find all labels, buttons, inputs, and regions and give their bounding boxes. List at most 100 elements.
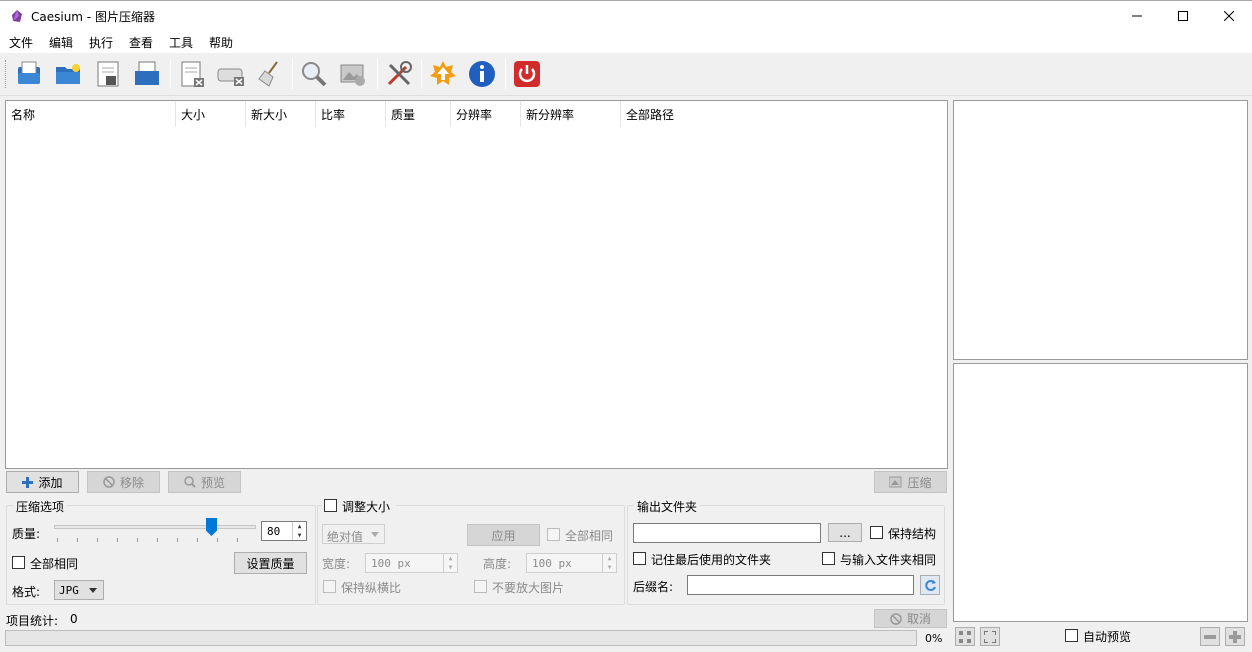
plus-icon <box>22 476 34 488</box>
toolbar-grip[interactable] <box>5 60 8 88</box>
resize-mode-select[interactable]: 绝对值 <box>322 524 385 544</box>
toolbar-separator <box>377 59 378 89</box>
clean-button[interactable] <box>254 58 286 90</box>
quality-slider-track[interactable] <box>54 525 256 529</box>
column-header-resolution[interactable]: 分辨率 <box>451 101 521 127</box>
column-header-name[interactable]: 名称 <box>6 101 176 127</box>
height-value: 100 px <box>532 557 572 570</box>
prohibit-icon <box>103 476 115 488</box>
cancel-button[interactable]: 取消 <box>874 609 947 628</box>
preview-icon <box>302 62 327 87</box>
settings-button[interactable] <box>383 58 415 90</box>
file-list-table[interactable]: 名称 大小 新大小 比率 质量 分辨率 新分辨率 全部路径 <box>5 100 948 469</box>
column-header-full-path[interactable]: 全部路径 <box>621 101 741 127</box>
output-path-input[interactable] <box>633 523 821 543</box>
preview-action-button[interactable]: 预览 <box>168 471 241 493</box>
resize-same-for-all-checkbox[interactable] <box>547 528 560 541</box>
save-list-button[interactable] <box>92 58 124 90</box>
quality-same-for-all-checkbox[interactable] <box>12 556 25 569</box>
exit-icon <box>514 61 540 87</box>
exit-button[interactable] <box>511 58 543 90</box>
column-header-ratio[interactable]: 比率 <box>316 101 386 127</box>
width-value: 100 px <box>371 557 411 570</box>
remember-last-folder-checkbox[interactable] <box>633 552 646 565</box>
compress-button[interactable]: 压缩 <box>874 471 947 493</box>
column-header-new-size[interactable]: 新大小 <box>246 101 316 127</box>
add-button[interactable]: 添加 <box>6 471 79 493</box>
column-header-size[interactable]: 大小 <box>176 101 246 127</box>
open-folder-button[interactable] <box>52 58 84 90</box>
quality-value: 80 <box>267 525 281 538</box>
remove-item-button[interactable] <box>176 58 208 90</box>
suffix-label: 后缀名: <box>633 580 674 594</box>
browse-button[interactable]: ... <box>828 523 862 542</box>
menu-tools[interactable]: 工具 <box>169 34 193 51</box>
open-files-button[interactable] <box>13 58 45 90</box>
progress-bar <box>5 630 917 646</box>
format-select[interactable]: JPG <box>54 580 104 600</box>
preview-button[interactable] <box>298 58 330 90</box>
image-preview-button[interactable] <box>337 58 369 90</box>
width-spin-buttons[interactable]: ▲ ▼ <box>443 554 457 572</box>
keep-aspect-checkbox[interactable] <box>323 580 336 593</box>
resize-apply-button[interactable]: 应用 <box>467 524 540 546</box>
caesium-logo-icon <box>12 10 22 22</box>
refresh-icon <box>924 579 936 591</box>
maximize-button[interactable] <box>1160 1 1206 31</box>
same-as-input-checkbox[interactable] <box>822 552 835 565</box>
resize-enable-checkbox[interactable] <box>324 499 337 512</box>
open-files-icon <box>18 61 40 84</box>
width-spinbox[interactable]: 100 px ▲ ▼ <box>365 553 458 573</box>
close-button[interactable] <box>1206 1 1252 31</box>
info-icon <box>469 61 495 87</box>
quality-spinbox[interactable]: 80 ▲ ▼ <box>261 521 307 541</box>
height-spinbox[interactable]: 100 px ▲ ▼ <box>526 553 617 573</box>
plus-icon <box>1229 630 1241 643</box>
quality-spin-buttons[interactable]: ▲ ▼ <box>292 522 306 540</box>
suffix-input[interactable] <box>687 575 914 595</box>
image-preview-icon <box>340 64 365 86</box>
keep-structure-checkbox[interactable] <box>870 526 883 539</box>
minimize-icon <box>1132 15 1142 17</box>
column-header-quality[interactable]: 质量 <box>386 101 451 127</box>
menu-run[interactable]: 执行 <box>89 34 113 51</box>
fit-view-button[interactable] <box>955 627 975 646</box>
no-enlarge-label: 不要放大图片 <box>492 581 565 595</box>
zoom-in-button[interactable] <box>1225 627 1245 646</box>
resize-title: 调整大小 <box>342 500 391 514</box>
compress-icon <box>889 476 902 488</box>
minimize-button[interactable] <box>1114 1 1160 31</box>
clear-list-button[interactable] <box>215 58 247 90</box>
full-size-button[interactable] <box>980 627 1000 646</box>
reset-suffix-button[interactable] <box>920 575 940 595</box>
remove-button[interactable]: 移除 <box>87 471 160 493</box>
update-button[interactable] <box>427 58 459 90</box>
toolbar-separator <box>421 59 422 89</box>
export-button[interactable] <box>131 58 163 90</box>
cancel-button-label: 取消 <box>906 612 931 626</box>
auto-preview-checkbox[interactable] <box>1065 629 1078 642</box>
zoom-out-button[interactable] <box>1200 627 1220 646</box>
menu-edit[interactable]: 编辑 <box>49 34 73 51</box>
info-button[interactable] <box>466 58 498 90</box>
no-enlarge-checkbox[interactable] <box>474 580 487 593</box>
maximize-icon <box>1178 11 1188 21</box>
set-quality-button[interactable]: 设置质量 <box>234 552 307 574</box>
chevron-down-icon <box>371 532 379 537</box>
quality-same-for-all-label: 全部相同 <box>30 557 79 571</box>
window-title: Caesium - 图片压缩器 <box>31 10 155 24</box>
menu-help[interactable]: 帮助 <box>209 34 233 51</box>
quality-label: 质量: <box>12 527 41 541</box>
save-list-icon <box>97 61 119 87</box>
toolbar <box>0 53 1252 96</box>
column-header-new-resolution[interactable]: 新分辨率 <box>521 101 621 127</box>
menu-file[interactable]: 文件 <box>9 34 33 51</box>
remove-button-label: 移除 <box>119 475 144 490</box>
output-folder-title: 输出文件夹 <box>634 498 701 515</box>
magnifier-icon <box>184 476 196 488</box>
fullscreen-icon <box>984 630 996 643</box>
height-spin-buttons[interactable]: ▲ ▼ <box>602 554 616 572</box>
compress-button-label: 压缩 <box>907 475 932 490</box>
width-label: 宽度: <box>322 557 351 571</box>
menu-view[interactable]: 查看 <box>129 34 153 51</box>
